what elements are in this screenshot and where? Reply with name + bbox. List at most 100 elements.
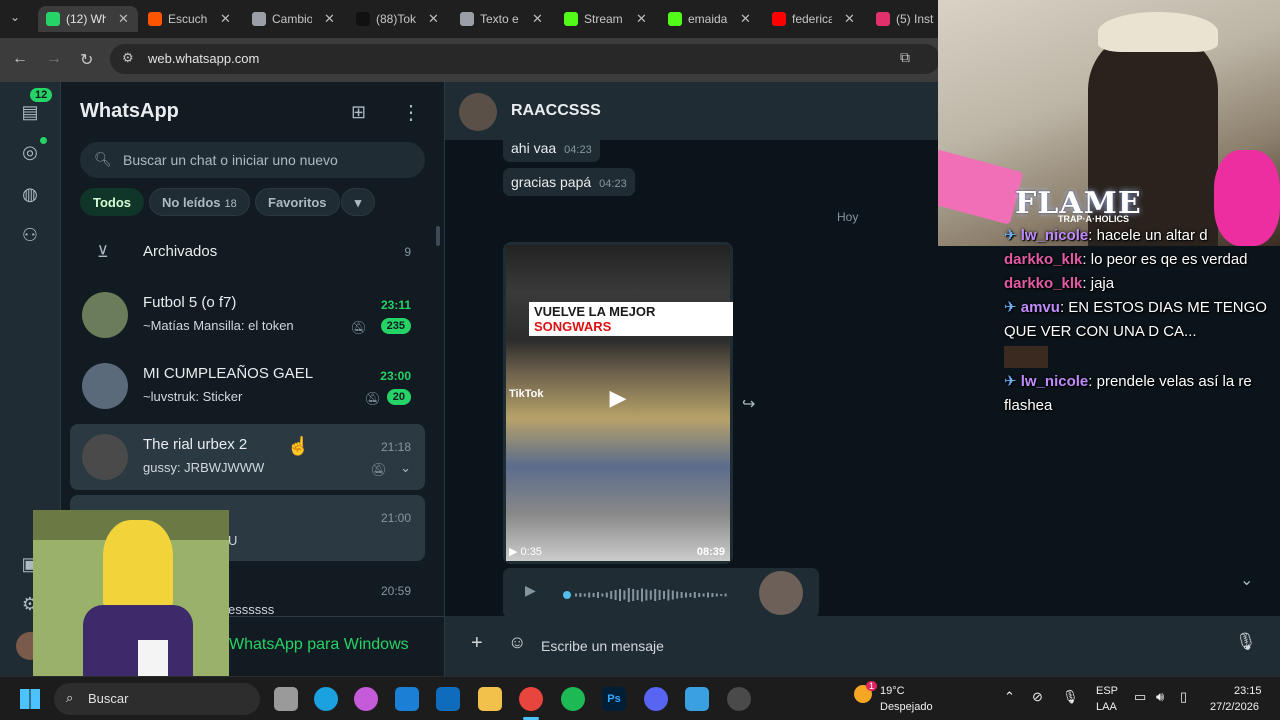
message-input[interactable] [541,628,1221,664]
language-variant[interactable]: LAA [1096,701,1117,713]
contact-avatar[interactable] [459,93,497,131]
obs-icon[interactable] [727,687,751,711]
edge-icon[interactable] [314,687,338,711]
waveform-bar [680,592,683,598]
tab-close-icon[interactable]: ✕ [428,11,439,27]
attach-icon[interactable]: + [471,632,483,655]
filter-more-button[interactable]: ▾ [341,188,375,216]
sticker-icon[interactable]: ☺ [508,632,526,653]
filter-todos[interactable]: Todos [80,188,145,216]
archived-row[interactable]: ⊻ Archivados 9 [70,232,425,272]
waveform-bar [579,593,582,597]
communities-icon[interactable]: ⚇ [18,223,42,247]
outlook-icon[interactable] [436,687,460,711]
tab-close-icon[interactable]: ✕ [118,11,129,27]
forward-button[interactable]: → [46,50,62,68]
store-icon[interactable] [395,687,419,711]
waveform-bar [654,589,657,601]
waveform-bar [702,593,705,597]
tab-close-icon[interactable]: ✕ [220,11,231,27]
browser-tab[interactable]: Stream ✕ [556,6,656,32]
new-chat-icon[interactable]: ⊞ [351,102,366,123]
taskbar-search[interactable]: ⌕ Buscar [54,683,260,715]
omnibox[interactable]: ⚙ web.whatsapp.com ⧉ [110,44,940,74]
audio-play-icon[interactable]: ▶ [525,582,536,599]
chats-icon[interactable]: ▤ [18,100,42,124]
tab-favicon-icon [564,12,578,26]
filter-no-leidos[interactable]: No leídos 18 [149,188,250,216]
filter-favoritos[interactable]: Favoritos [255,188,340,216]
tab-close-icon[interactable]: ✕ [740,11,751,27]
clock-date[interactable]: 27/2/2026 [1210,701,1259,713]
search-input[interactable] [123,142,413,178]
install-app-icon[interactable]: ⧉ [900,49,910,66]
scrollbar[interactable] [436,226,440,246]
tab-close-icon[interactable]: ✕ [532,11,543,27]
tab-close-icon[interactable]: ✕ [324,11,335,27]
chrome-icon[interactable] [519,687,543,711]
tab-search-button[interactable]: ⌄ [10,10,20,24]
conversation-header[interactable]: RAACCSSS [445,82,940,140]
browser-tab[interactable]: (88)Tok ✕ [348,6,448,32]
tab-label: emaida [688,12,728,26]
browser-tab[interactable]: emaida ✕ [660,6,760,32]
menu-icon[interactable]: ⋮ [401,100,421,125]
discord-icon[interactable] [644,687,668,711]
browser-tab[interactable]: Cambio ✕ [244,6,344,32]
waveform-bar [592,593,595,597]
tray-chevron-icon[interactable]: ⌃ [1004,689,1015,705]
chevron-down-icon[interactable]: ⌄ [400,460,411,476]
chat-row[interactable]: The rial urbex 2 gussy: JRBWJWWW 21:18 🔕… [70,424,425,490]
task-view-icon[interactable] [274,687,298,711]
download-app-banner[interactable]: WhatsApp para Windows [229,636,409,654]
browser-tab[interactable]: (12) Wh ✕ [38,6,138,32]
contact-name[interactable]: RAACCSSS [511,102,601,120]
waveform-bar [649,590,652,600]
network-off-icon[interactable]: ⊘ [1032,689,1043,705]
stream-chat-message: ✈ lw_nicole: prendele velas así la re fl… [1004,373,1252,414]
photoshop-icon[interactable]: Ps [602,687,626,711]
tab-close-icon[interactable]: ✕ [844,11,855,27]
microphone-icon[interactable]: 🎙︎ [1235,632,1257,652]
clock-time[interactable]: 23:15 [1234,685,1262,697]
scroll-down-icon[interactable]: ⌄ [1240,570,1268,598]
reload-button[interactable]: ↻ [80,50,93,70]
browser-tab[interactable]: federica ✕ [764,6,864,32]
chat-time: 20:59 [380,584,411,598]
waveform-bar [667,589,670,601]
voice-message[interactable]: ▶ [503,568,819,618]
waveform-bar [636,590,639,600]
spotify-icon[interactable] [561,687,585,711]
language-code[interactable]: ESP [1096,685,1118,697]
forward-icon[interactable]: ↪ [742,394,755,414]
muted-icon: 🔕︎ [364,391,381,406]
tab-close-icon[interactable]: ✕ [636,11,647,27]
chat-row[interactable]: Futbol 5 (o f7) ~Matías Mansilla: el tok… [70,282,425,348]
copilot-icon[interactable] [354,687,378,711]
photos-icon[interactable] [685,687,709,711]
chat-preview: essssss [228,602,275,617]
display-icon[interactable]: ▭ [1134,689,1146,705]
site-info-icon[interactable]: ⚙ [122,50,134,66]
browser-tab[interactable]: Texto e ✕ [452,6,552,32]
play-icon[interactable]: ▶ [603,385,633,415]
back-button[interactable]: ← [12,50,28,68]
waveform-bar [588,592,591,598]
browser-tab[interactable]: Escuch ✕ [140,6,240,32]
video-time: 08:39 [696,546,725,558]
volume-icon[interactable]: 🔊︎ [1156,689,1164,705]
url-text[interactable]: web.whatsapp.com [148,51,259,66]
windows-start-icon[interactable] [20,689,40,709]
channels-icon[interactable]: ◍ [18,182,42,206]
mic-icon[interactable]: 🎙︎ [1062,689,1079,705]
file-explorer-icon[interactable] [478,687,502,711]
audio-waveform[interactable] [563,584,731,606]
weather-desc: Despejado [880,701,933,713]
battery-icon[interactable]: ▯ [1180,689,1187,705]
status-icon[interactable]: ◎ [18,140,42,164]
chat-row[interactable]: MI CUMPLEAÑOS GAEL ~luvstruk: Sticker 23… [70,353,425,419]
video-message[interactable]: VUELVE LA MEJOR SONGWARS TikTok ▶ ▶ 0:35… [503,242,733,564]
status-dot [40,137,47,144]
chat-username: darkko_klk [1004,251,1083,268]
date-separator: Hoy [837,210,859,224]
